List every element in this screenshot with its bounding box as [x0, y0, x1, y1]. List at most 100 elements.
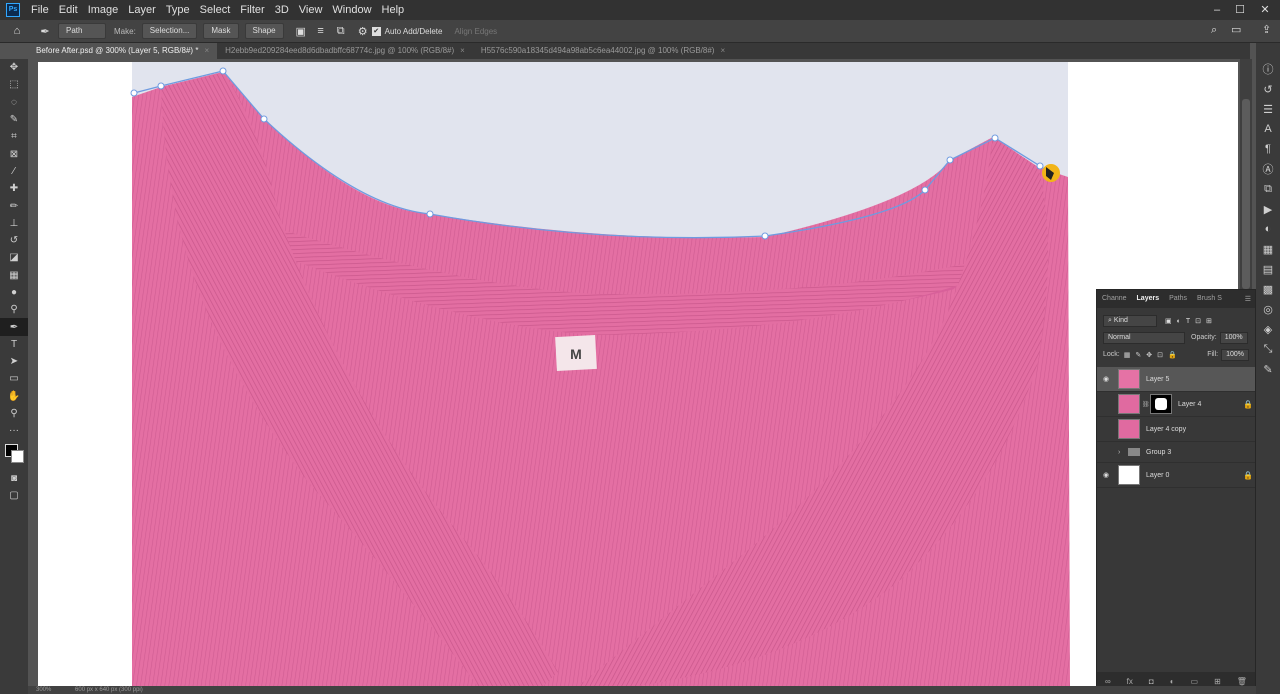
zoom-level[interactable]: 300% [36, 687, 51, 693]
color-icon[interactable]: ◐ [1256, 219, 1280, 239]
properties-icon[interactable]: ⧉ [1256, 179, 1280, 199]
color-swatches[interactable] [0, 440, 28, 470]
eraser-tool-icon[interactable]: ◪ [0, 249, 28, 266]
path-mode-select[interactable]: Path [58, 23, 106, 39]
glyphs-icon[interactable]: Ⓐ [1256, 159, 1280, 179]
selection-button[interactable]: Selection... [141, 23, 198, 39]
path-selection-tool-icon[interactable]: ➤ [0, 353, 28, 370]
minimize-button[interactable]: – [1206, 0, 1228, 20]
tab-paths[interactable]: Paths [1164, 290, 1192, 308]
adjustment-layer-icon[interactable]: ◐ [1170, 677, 1175, 686]
chevron-right-icon[interactable]: › [1118, 449, 1126, 456]
lock-options-icons[interactable]: ▦✎✥⊡🔒 [1124, 351, 1182, 359]
filter-type-icons[interactable]: ▣◐T⊡⊞ [1165, 317, 1217, 325]
channels-icon[interactable]: ◎ [1256, 299, 1280, 319]
history-brush-tool-icon[interactable]: ↺ [0, 232, 28, 249]
layer-mask-thumbnail[interactable] [1150, 394, 1172, 414]
layer-row-layer-5[interactable]: ◉ Layer 5 [1097, 367, 1255, 392]
healing-brush-tool-icon[interactable]: ✚ [0, 180, 28, 197]
close-icon[interactable]: × [204, 46, 209, 55]
tab-before-after[interactable]: Before After.psd @ 300% (Layer 5, RGB/8#… [28, 43, 218, 59]
adjustments-icon[interactable]: ☰ [1256, 99, 1280, 119]
home-icon[interactable]: ⌂ [10, 24, 24, 38]
menu-layer[interactable]: Layer [123, 0, 161, 20]
quick-mask-icon[interactable]: ◙ [0, 470, 28, 487]
paths-icon[interactable]: ⤡ [1256, 339, 1280, 359]
gradient-tool-icon[interactable]: ▦ [0, 267, 28, 284]
tab-layers[interactable]: Layers [1132, 290, 1165, 308]
mask-button[interactable]: Mask [203, 23, 239, 39]
layers-icon[interactable]: ◈ [1256, 319, 1280, 339]
zoom-tool-icon[interactable]: ⚲ [0, 405, 28, 422]
gear-icon[interactable]: ⚙ [356, 24, 370, 38]
visibility-eye-icon[interactable]: ◉ [1097, 471, 1115, 479]
eyedropper-tool-icon[interactable]: ⁄ [0, 163, 28, 180]
canvas-area[interactable]: M [28, 59, 1238, 686]
delete-layer-icon[interactable]: 🗑 [1237, 677, 1247, 686]
close-icon[interactable]: × [460, 46, 465, 55]
tab-h5576c590[interactable]: H5576c590a18345d494a98ab5c6ea44002.jpg @… [473, 43, 733, 59]
brush-settings-icon[interactable]: ✎ [1256, 359, 1280, 379]
rectangle-tool-icon[interactable]: ▭ [0, 370, 28, 387]
search-icon[interactable]: ⌕ [1211, 24, 1217, 37]
clone-stamp-tool-icon[interactable]: ⊥ [0, 215, 28, 232]
shape-button[interactable]: Shape [244, 23, 284, 39]
layer-row-layer-4-copy[interactable]: Layer 4 copy [1097, 417, 1255, 442]
menu-type[interactable]: Type [161, 0, 195, 20]
add-mask-icon[interactable]: ◘ [1149, 677, 1154, 686]
menu-window[interactable]: Window [327, 0, 376, 20]
more-tools-icon[interactable]: ··· [0, 422, 28, 439]
blur-tool-icon[interactable]: ● [0, 284, 28, 301]
move-tool-icon[interactable]: ✥ [0, 59, 28, 76]
menu-image[interactable]: Image [83, 0, 124, 20]
menu-file[interactable]: File [26, 0, 54, 20]
maximize-button[interactable]: ☐ [1229, 0, 1251, 20]
paragraph-icon[interactable]: ¶ [1256, 139, 1280, 159]
layer-style-icon[interactable]: fx [1127, 677, 1133, 686]
patterns-icon[interactable]: ▩ [1256, 279, 1280, 299]
menu-view[interactable]: View [294, 0, 328, 20]
history-icon[interactable]: ↺ [1256, 79, 1280, 99]
tab-h2ebb9ed[interactable]: H2ebb9ed209284eed8d6dbadbffc68774c.jpg @… [217, 43, 473, 59]
marquee-tool-icon[interactable]: ⬚ [0, 76, 28, 93]
gradients-icon[interactable]: ▤ [1256, 259, 1280, 279]
menu-filter[interactable]: Filter [235, 0, 269, 20]
menu-select[interactable]: Select [195, 0, 236, 20]
workspace-icon[interactable]: ▭ [1231, 23, 1241, 36]
screen-mode-icon[interactable]: ▢ [0, 487, 28, 504]
menu-3d[interactable]: 3D [270, 0, 294, 20]
menu-help[interactable]: Help [377, 0, 410, 20]
brush-tool-icon[interactable]: ✏ [0, 197, 28, 214]
layer-row-group-3[interactable]: › Group 3 [1097, 442, 1255, 463]
auto-add-delete-checkbox[interactable]: ✔ [371, 26, 381, 36]
background-color-swatch[interactable] [11, 449, 24, 463]
pen-tool-icon[interactable]: ✒ [38, 24, 52, 38]
scrollbar-thumb[interactable] [1242, 99, 1250, 289]
path-alignment-icon[interactable]: ≡ [314, 24, 328, 38]
link-layers-icon[interactable]: ∞ [1105, 677, 1111, 686]
path-operations-icon[interactable]: ▣ [294, 24, 308, 38]
swatches-icon[interactable]: ▦ [1256, 239, 1280, 259]
panel-menu-icon[interactable]: ☰ [1245, 295, 1255, 303]
layer-row-layer-0[interactable]: ◉ Layer 0 🔒 [1097, 463, 1255, 488]
new-layer-icon[interactable]: ⊞ [1214, 677, 1221, 686]
path-arrangement-icon[interactable]: ⧉ [334, 24, 348, 38]
crop-tool-icon[interactable]: ⌗ [0, 128, 28, 145]
quick-select-tool-icon[interactable]: ✎ [0, 111, 28, 128]
hand-tool-icon[interactable]: ✋ [0, 388, 28, 405]
new-group-icon[interactable]: ▭ [1191, 677, 1199, 686]
character-icon[interactable]: A [1256, 119, 1280, 139]
info-icon[interactable]: ⓘ [1256, 59, 1280, 79]
opacity-input[interactable]: 100% [1219, 331, 1248, 344]
share-icon[interactable]: ⇪ [1262, 23, 1271, 36]
lasso-tool-icon[interactable]: ◌ [0, 94, 28, 111]
tab-brush-settings[interactable]: Brush S [1192, 290, 1227, 308]
document-canvas[interactable]: M [38, 62, 1238, 686]
kind-filter-select[interactable]: ⌕ Kind [1103, 314, 1157, 327]
close-icon[interactable]: × [720, 46, 725, 55]
dodge-tool-icon[interactable]: ⚲ [0, 301, 28, 318]
tab-channels[interactable]: Channe [1097, 290, 1132, 308]
visibility-eye-icon[interactable]: ◉ [1097, 375, 1115, 383]
frame-tool-icon[interactable]: ⊠ [0, 145, 28, 162]
pen-tool-icon[interactable]: ✒ [0, 318, 28, 336]
